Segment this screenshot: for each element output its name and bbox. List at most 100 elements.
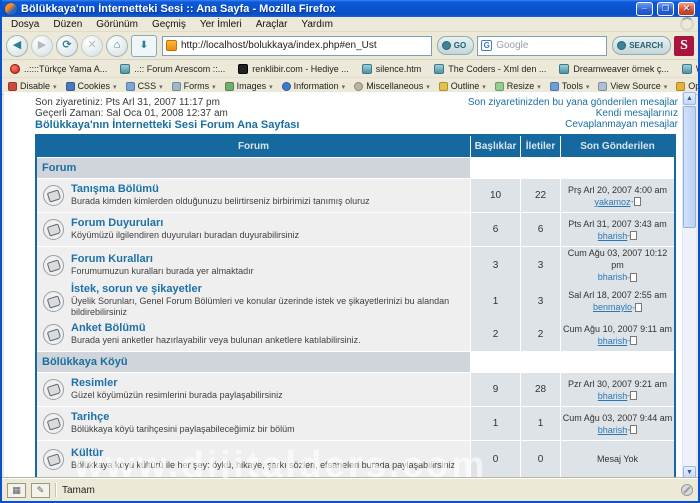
forum-link[interactable]: Forum Duyuruları — [71, 218, 299, 229]
scrollbar-thumb[interactable] — [683, 106, 696, 228]
forum-link[interactable]: İstek, sorun ve şikayetler — [71, 284, 466, 295]
browser-viewport: Son ziyaretiniz: Pts Arl 31, 2007 11:17 … — [4, 92, 696, 479]
forum-link[interactable]: Tanışma Bölümü — [71, 184, 370, 195]
bookmark-item[interactable]: ..:: Forum Arescom ::... — [120, 64, 225, 74]
webdev-menu-miscellaneous[interactable]: Miscellaneous — [354, 81, 430, 91]
forward-button[interactable]: ▶ — [31, 35, 53, 57]
last-post-user-link[interactable]: bharish — [598, 335, 628, 347]
last-post-cell: Sal Arl 18, 2007 2:55 am benmaylo — [561, 281, 674, 321]
bookmark-item[interactable]: Dreamweaver örnek ç... — [559, 64, 669, 74]
bookmark-item[interactable]: silence.htm — [362, 64, 422, 74]
menu-duzen[interactable]: Düzen — [46, 19, 89, 30]
forum-link[interactable]: Tarihçe — [71, 412, 295, 423]
webdev-menu-tools[interactable]: Tools — [550, 81, 590, 91]
minimize-button[interactable] — [636, 2, 653, 16]
webdev-menu-resize[interactable]: Resize — [495, 81, 541, 91]
download-manager-button[interactable]: ⬇ — [131, 35, 157, 57]
latest-post-icon[interactable] — [635, 303, 642, 312]
forum-description: Forumumuzun kuralları burada yer almakta… — [71, 266, 254, 277]
category-link[interactable]: Bölükkaya Köyü — [37, 352, 470, 372]
bookmark-item[interactable]: ..::::Türkçe Yama A... — [10, 64, 107, 74]
topics-count: 0 — [471, 441, 520, 477]
last-post-user-link[interactable]: bharish — [598, 424, 628, 436]
bookmark-item[interactable]: Webmaster Sitesi - w... — [682, 64, 698, 74]
bookmark-icon — [238, 64, 248, 74]
latest-post-icon[interactable] — [630, 425, 637, 434]
category-link[interactable]: Forum — [37, 158, 470, 178]
restore-button[interactable] — [657, 2, 674, 16]
status-text: Tamam — [62, 485, 95, 496]
webdev-menu-options[interactable]: Options — [676, 81, 698, 91]
webdev-menu-forms[interactable]: Forms — [172, 81, 216, 91]
chevron-down-icon — [269, 81, 273, 91]
forum-description: Güzel köyümüzün resimlerini burada payla… — [71, 390, 283, 401]
forum-status-icon — [43, 255, 64, 276]
posts-count: 22 — [521, 179, 560, 212]
forum-link[interactable]: Anket Bölümü — [71, 323, 361, 334]
go-button[interactable]: GO — [437, 36, 474, 55]
posts-count: 28 — [521, 373, 560, 406]
miscellaneous-icon — [354, 82, 363, 91]
outline-icon — [439, 82, 448, 91]
last-post-user-link[interactable]: yakamoz — [594, 196, 630, 208]
forum-description: Bölükkaya köyü tarihçesini paylaşabilece… — [71, 424, 295, 435]
last-post-date: Cum Ağu 03, 2007 9:44 am — [563, 412, 673, 424]
link-unanswered-posts[interactable]: Cevaplanmayan mesajlar — [468, 119, 678, 130]
address-bar[interactable]: http://localhost/bolukkaya/index.php#en_… — [162, 36, 432, 56]
url-text[interactable]: http://localhost/bolukkaya/index.php#en_… — [181, 40, 377, 51]
menu-araclar[interactable]: Araçlar — [249, 19, 295, 30]
bookmark-item[interactable]: renklibir.com - Hediye ... — [238, 64, 349, 74]
latest-post-icon[interactable] — [634, 197, 641, 206]
firefox-icon — [5, 3, 17, 15]
forum-link[interactable]: Kültür — [71, 448, 455, 459]
forum-link[interactable]: Resimler — [71, 378, 283, 389]
search-input[interactable]: G Google — [477, 36, 607, 56]
last-post-user-link[interactable]: bharish — [598, 230, 628, 242]
reload-button[interactable]: ⟳ — [56, 35, 78, 57]
menu-gorunum[interactable]: Görünüm — [89, 19, 145, 30]
latest-post-icon[interactable] — [630, 391, 637, 400]
forum-row: Forum Duyuruları Köyümüzü ilgilendiren d… — [37, 213, 674, 246]
statusbar-console-icon[interactable]: ▦ — [7, 483, 26, 498]
webdev-menu-cookies[interactable]: Cookies — [66, 81, 117, 91]
link-own-posts[interactable]: Kendi mesajlarınız — [468, 108, 678, 119]
webdev-menu-css[interactable]: CSS — [126, 81, 163, 91]
webdev-menu-viewsource[interactable]: View Source — [598, 81, 667, 91]
latest-post-icon[interactable] — [630, 336, 637, 345]
posts-count: 1 — [521, 407, 560, 440]
forum-status-icon — [43, 185, 64, 206]
link-new-posts[interactable]: Son ziyaretinizden bu yana gönderilen me… — [468, 97, 678, 108]
forum-cell: Forum Kuralları Forumumuzun kuralları bu… — [37, 247, 470, 283]
back-button[interactable]: ◀ — [6, 35, 28, 57]
webdev-menu-disable[interactable]: Disable — [8, 81, 57, 91]
adblock-status-icon[interactable] — [681, 484, 693, 496]
last-post-date: Pts Arl 31, 2007 3:43 am — [568, 218, 667, 230]
menu-bar: Dosya Düzen Görünüm Geçmiş Yer İmleri Ar… — [2, 17, 698, 32]
title-bar: Bölükkaya'nın İnternetteki Sesi :: Ana S… — [2, 0, 698, 17]
bookmark-icon — [120, 64, 130, 74]
forum-cell: Tanışma Bölümü Burada kimden kimlerden o… — [37, 179, 470, 212]
vertical-scrollbar[interactable]: ▲ ▼ — [682, 92, 696, 479]
webdev-menu-images[interactable]: Images — [225, 81, 273, 91]
home-button[interactable]: ⌂ — [106, 35, 128, 57]
bookmarks-toolbar: ..::::Türkçe Yama A... ..:: Forum Aresco… — [2, 60, 698, 78]
bookmark-item[interactable]: The Coders - Xml den ... — [434, 64, 546, 74]
stop-button[interactable]: ✕ — [81, 35, 103, 57]
menu-yerimleri[interactable]: Yer İmleri — [193, 19, 249, 30]
latest-post-icon[interactable] — [630, 273, 637, 282]
posts-count: 0 — [521, 441, 560, 477]
menu-yardim[interactable]: Yardım — [294, 19, 340, 30]
extension-logo-icon[interactable]: S — [674, 36, 694, 56]
last-post-user-link[interactable]: benmaylo — [593, 301, 632, 313]
menu-dosya[interactable]: Dosya — [4, 19, 46, 30]
webdev-menu-information[interactable]: Information — [282, 81, 346, 91]
webdev-menu-outline[interactable]: Outline — [439, 81, 486, 91]
menu-gecmis[interactable]: Geçmiş — [145, 19, 193, 30]
close-button[interactable] — [678, 2, 695, 16]
forum-link[interactable]: Forum Kuralları — [71, 254, 254, 265]
search-button[interactable]: SEARCH — [612, 36, 671, 55]
scroll-up-icon[interactable]: ▲ — [683, 92, 696, 105]
statusbar-edit-icon[interactable]: ✎ — [31, 483, 50, 498]
latest-post-icon[interactable] — [630, 231, 637, 240]
last-post-user-link[interactable]: bharish — [598, 390, 628, 402]
